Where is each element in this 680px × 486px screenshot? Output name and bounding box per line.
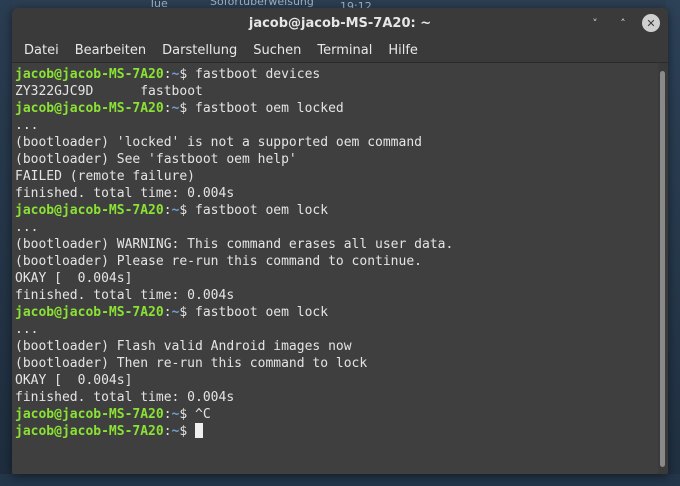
menu-item-suchen[interactable]: Suchen (247, 43, 307, 58)
output-text: finished. total time: 0.004s (15, 288, 235, 303)
terminal-line: jacob@jacob-MS-7A20:~$ fastboot oem lock (15, 202, 658, 219)
menu-item-datei[interactable]: Datei (18, 43, 65, 58)
terminal-line: finished. total time: 0.004s (15, 389, 658, 406)
prompt-dollar: $ (179, 203, 196, 218)
output-text: (bootloader) Then re-run this command to… (15, 356, 368, 371)
command-text: fastboot oem lock (195, 305, 329, 320)
command-text: ^C (195, 407, 211, 422)
terminal-line: jacob@jacob-MS-7A20:~$ (15, 423, 658, 440)
menu-item-bearbeiten[interactable]: Bearbeiten (69, 43, 152, 58)
menu-item-hilfe[interactable]: Hilfe (382, 43, 424, 58)
menu-bar: Datei Bearbeiten Darstellung Suchen Term… (12, 38, 668, 63)
terminal-line: FAILED (remote failure) (15, 168, 658, 185)
menu-item-terminal[interactable]: Terminal (311, 43, 378, 58)
terminal-line: jacob@jacob-MS-7A20:~$ fastboot oem lock… (15, 100, 658, 117)
output-text: FAILED (remote failure) (15, 169, 196, 184)
prompt-separator: : (163, 305, 172, 320)
output-text: (bootloader) WARNING: This command erase… (15, 237, 454, 252)
prompt-separator: : (163, 101, 172, 116)
terminal-line: (bootloader) See 'fastboot oem help' (15, 151, 658, 168)
terminal-line: (bootloader) 'locked' is not a supported… (15, 134, 658, 151)
window-controls: ˅ ˄ ✕ (586, 14, 660, 32)
output-text: OKAY [ 0.004s] (15, 271, 133, 286)
command-text: fastboot oem lock (195, 203, 329, 218)
prompt-user: jacob@jacob-MS-7A20 (15, 101, 164, 116)
output-text: ... (15, 322, 39, 337)
output-text: ... (15, 118, 39, 133)
window-title: jacob@jacob-MS-7A20: ~ (248, 15, 432, 31)
terminal-line: ... (15, 219, 658, 236)
command-text: fastboot devices (195, 67, 321, 82)
desktop-background-bottom (0, 474, 680, 486)
command-text: fastboot oem locked (195, 101, 344, 116)
terminal-output[interactable]: jacob@jacob-MS-7A20:~$ fastboot devices Z… (12, 63, 658, 474)
maximize-icon[interactable]: ˄ (614, 14, 632, 32)
terminal-line: (bootloader) WARNING: This command erase… (15, 236, 658, 253)
window-titlebar[interactable]: jacob@jacob-MS-7A20: ~ ˅ ˄ ✕ (12, 8, 668, 38)
terminal-line: (bootloader) Please re-run this command … (15, 253, 658, 270)
desktop-background-right (666, 0, 680, 486)
terminal-line: jacob@jacob-MS-7A20:~$ fastboot devices (15, 66, 658, 83)
prompt-user: jacob@jacob-MS-7A20 (15, 67, 164, 82)
output-text: ... (15, 220, 39, 235)
prompt-separator: : (163, 424, 172, 439)
close-icon[interactable]: ✕ (642, 14, 660, 32)
prompt-user: jacob@jacob-MS-7A20 (15, 424, 164, 439)
terminal-line: (bootloader) Then re-run this command to… (15, 355, 658, 372)
desktop-background-left (0, 0, 12, 486)
terminal-cursor (195, 423, 204, 438)
terminal-line: finished. total time: 0.004s (15, 185, 658, 202)
prompt-dollar: $ (179, 67, 196, 82)
prompt-separator: : (163, 203, 172, 218)
prompt-user: jacob@jacob-MS-7A20 (15, 407, 164, 422)
output-text: finished. total time: 0.004s (15, 390, 235, 405)
prompt-dollar: $ (179, 101, 196, 116)
prompt-dollar: $ (179, 305, 196, 320)
terminal-line: OKAY [ 0.004s] (15, 270, 658, 287)
prompt-user: jacob@jacob-MS-7A20 (15, 305, 164, 320)
output-text: (bootloader) Flash valid Android images … (15, 339, 352, 354)
terminal-line: OKAY [ 0.004s] (15, 372, 658, 389)
prompt-user: jacob@jacob-MS-7A20 (15, 203, 164, 218)
output-text: OKAY [ 0.004s] (15, 373, 133, 388)
terminal-line: finished. total time: 0.004s (15, 287, 658, 304)
terminal-line: ... (15, 117, 658, 134)
minimize-icon[interactable]: ˅ (586, 14, 604, 32)
prompt-dollar: $ (179, 424, 196, 439)
terminal-line: ZY322GJC9D fastboot (15, 83, 658, 100)
menu-item-darstellung[interactable]: Darstellung (156, 43, 243, 58)
terminal-line: jacob@jacob-MS-7A20:~$ fastboot oem lock (15, 304, 658, 321)
output-text: (bootloader) See 'fastboot oem help' (15, 152, 297, 167)
terminal-line: (bootloader) Flash valid Android images … (15, 338, 658, 355)
prompt-dollar: $ (179, 407, 196, 422)
background-fragment-transfer: Sofortüberweisung (210, 0, 314, 8)
output-text: (bootloader) 'locked' is not a supported… (15, 135, 422, 150)
terminal-line: jacob@jacob-MS-7A20:~$ ^C (15, 406, 658, 423)
terminal-scrollbar[interactable] (658, 63, 668, 474)
prompt-separator: : (163, 67, 172, 82)
scrollbar-thumb[interactable] (660, 71, 665, 467)
output-text: ZY322GJC9D fastboot (15, 84, 203, 99)
output-text: finished. total time: 0.004s (15, 186, 235, 201)
prompt-separator: : (163, 407, 172, 422)
terminal-line: ... (15, 321, 658, 338)
output-text: (bootloader) Please re-run this command … (15, 254, 422, 269)
terminal-window: jacob@jacob-MS-7A20: ~ ˅ ˄ ✕ Datei Bearb… (12, 8, 668, 474)
